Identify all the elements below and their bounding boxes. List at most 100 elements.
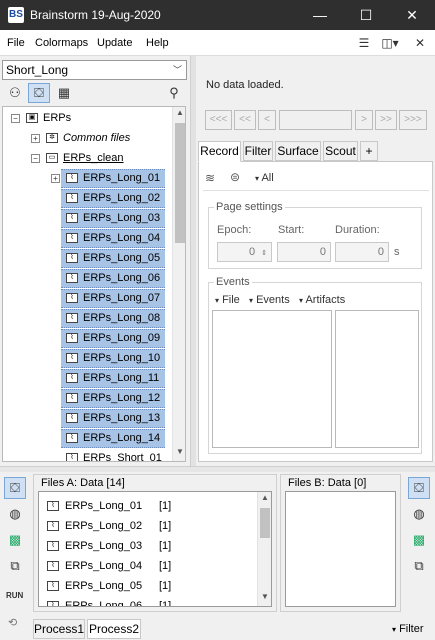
tree-node[interactable]: ⌇ ERPs_Long_12: [3, 388, 173, 408]
files-a-scroll-thumb[interactable]: [260, 508, 270, 538]
tree-node[interactable]: ⌇ ERPs_Long_04: [3, 228, 173, 248]
tree-node[interactable]: ⌇ ERPs_Long_05: [3, 248, 173, 268]
tree-node[interactable]: ⌇ ERPs_Long_13: [3, 408, 173, 428]
expand-icon[interactable]: +: [51, 174, 60, 183]
files-a-row[interactable]: ⌇ ERPs_Long_06 [1]: [39, 596, 257, 606]
time-field[interactable]: [279, 110, 352, 130]
nav-prev-page-button[interactable]: <<: [234, 110, 256, 130]
process-b-matrix-icon[interactable]: ⧉: [408, 555, 430, 577]
files-a-row[interactable]: ⌇ ERPs_Long_01 [1]: [39, 496, 257, 516]
tab-filter[interactable]: Filter: [243, 141, 273, 161]
process-b-data-icon[interactable]: ⛋: [408, 477, 430, 499]
tree-node[interactable]: ⌇ ERPs_Long_10: [3, 348, 173, 368]
menu-file[interactable]: File: [7, 37, 25, 49]
tab-process1[interactable]: Process1: [33, 619, 85, 639]
tree-scroll-thumb[interactable]: [175, 123, 185, 243]
files-a-row[interactable]: ⌇ ERPs_Long_05 [1]: [39, 576, 257, 596]
title-bar: BS Brainstorm 19-Aug-2020 — ☐ ✕: [0, 0, 435, 30]
data-icon: ⌇: [47, 561, 59, 571]
event-occurrences-list[interactable]: [335, 310, 419, 448]
nav-next-button[interactable]: >: [355, 110, 373, 130]
expand-icon[interactable]: +: [31, 134, 40, 143]
maximize-button[interactable]: ☐: [343, 0, 389, 30]
panel-splitter[interactable]: [190, 56, 196, 466]
tree-node[interactable]: ⌇ ERPs_Long_08: [3, 308, 173, 328]
tree-node[interactable]: ⌇ ERPs_Short_01: [3, 448, 173, 461]
nav-last-button[interactable]: >>>: [399, 110, 427, 130]
start-field[interactable]: 0: [277, 242, 331, 262]
collapse-icon[interactable]: −: [31, 154, 40, 163]
files-a-row[interactable]: ⌇ ERPs_Long_03 [1]: [39, 536, 257, 556]
tree-node[interactable]: + ✲ Common files: [3, 128, 173, 148]
close-button[interactable]: ✕: [389, 0, 435, 30]
protocol-dropdown[interactable]: Short_Long ﹀: [2, 60, 187, 80]
nav-next-page-button[interactable]: >>: [375, 110, 397, 130]
files-a-row[interactable]: ⌇ ERPs_Long_04 [1]: [39, 556, 257, 576]
tab-add[interactable]: +: [360, 141, 378, 161]
minimize-button[interactable]: —: [297, 0, 343, 30]
tab-surface[interactable]: Surface: [275, 141, 321, 161]
process-splitter[interactable]: [0, 466, 435, 472]
search-icon[interactable]: ⚲: [163, 83, 185, 103]
files-b-list[interactable]: [285, 491, 396, 607]
tree-node[interactable]: − ▭ ERPs_clean: [3, 148, 173, 168]
scroll-up-icon[interactable]: ▲: [258, 493, 271, 502]
scroll-up-icon[interactable]: ▲: [173, 108, 185, 117]
menu-update[interactable]: Update: [97, 37, 132, 49]
duration-field[interactable]: 0: [335, 242, 389, 262]
study-view-icon[interactable]: ▦: [53, 83, 75, 103]
filter-all-dropdown[interactable]: ▾ All: [255, 172, 274, 184]
spinner-arrows-icon[interactable]: ⇕: [261, 250, 267, 257]
tab-scout[interactable]: Scout: [323, 141, 358, 161]
events-file-menu[interactable]: ▾ File: [215, 294, 240, 306]
chevron-down-icon: ﹀: [172, 65, 182, 75]
files-a-list[interactable]: ⌇ ERPs_Long_01 [1] ⌇ ERPs_Long_02 [1] ⌇ ERPs_Lo…: [38, 491, 272, 607]
tree-node[interactable]: ⌇ ERPs_Long_09: [3, 328, 173, 348]
nav-first-button[interactable]: <<<: [205, 110, 232, 130]
tree-node[interactable]: ⌇ ERPs_Long_06: [3, 268, 173, 288]
tree-node[interactable]: ⌇ ERPs_Long_03: [3, 208, 173, 228]
run-button[interactable]: RUN: [6, 591, 23, 600]
fullscreen-icon[interactable]: ✕: [411, 35, 429, 51]
collapse-icon[interactable]: −: [11, 114, 20, 123]
tree-node[interactable]: ⌇ ERPs_Long_02: [3, 188, 173, 208]
anatomy-view-icon[interactable]: ⛋: [28, 83, 50, 103]
tree-node-label: ERPs_Long_02: [83, 192, 161, 204]
filter-button[interactable]: ▾ Filter: [392, 623, 424, 635]
files-a-scrollbar[interactable]: ▲ ▼: [257, 492, 271, 606]
tree-node-label: ERPs_Long_01: [83, 172, 161, 184]
file-count: [1]: [159, 580, 172, 592]
menu-colormaps[interactable]: Colormaps: [35, 37, 88, 49]
menu-help[interactable]: Help: [146, 37, 169, 49]
scroll-down-icon[interactable]: ▼: [173, 447, 185, 456]
tab-record[interactable]: Record: [198, 141, 241, 162]
process-b-sources-icon[interactable]: ◍: [408, 503, 430, 525]
waves-icon[interactable]: ≋: [205, 171, 215, 185]
functional-view-icon[interactable]: ⚇: [4, 83, 26, 103]
scroll-down-icon[interactable]: ▼: [258, 592, 271, 601]
epoch-spinner[interactable]: 0 ⇕: [217, 242, 272, 262]
events-artifacts-menu[interactable]: ▾ Artifacts: [299, 294, 345, 306]
tab-process2[interactable]: Process2: [87, 619, 141, 639]
tree-node[interactable]: ⌇ ERPs_Long_07: [3, 288, 173, 308]
tree-node[interactable]: ⌇ ERPs_Long_14: [3, 428, 173, 448]
files-a-row[interactable]: ⌇ ERPs_Long_02 [1]: [39, 516, 257, 536]
tree-node[interactable]: ⌇ ERPs_Long_11: [3, 368, 173, 388]
tree-node[interactable]: + ⌇ ERPs_Long_01: [3, 168, 173, 188]
tree-scrollbar[interactable]: ▲ ▼: [172, 107, 185, 461]
tree-node[interactable]: − ▣ ERPs: [3, 108, 173, 128]
pipeline-icon[interactable]: ⟲: [8, 616, 17, 629]
list-view-icon[interactable]: ☰: [355, 35, 373, 51]
layout-icon[interactable]: ◫▾: [378, 35, 402, 51]
process-matrix-icon[interactable]: ⧉: [4, 555, 26, 577]
data-status: No data loaded.: [206, 79, 284, 91]
events-events-menu[interactable]: ▾ Events: [249, 294, 290, 306]
event-groups-list[interactable]: [212, 310, 332, 448]
settings-icon[interactable]: ⊜: [230, 170, 240, 184]
process-timefreq-icon[interactable]: ▩: [4, 529, 26, 551]
process-sources-icon[interactable]: ◍: [4, 503, 26, 525]
process-data-icon[interactable]: ⛋: [4, 477, 26, 499]
database-tree[interactable]: − ▣ ERPs + ✲ Common files − ▭ ERPs_clean + ⌇ ERPs_L…: [2, 106, 186, 462]
nav-prev-button[interactable]: <: [258, 110, 276, 130]
process-b-timefreq-icon[interactable]: ▩: [408, 529, 430, 551]
